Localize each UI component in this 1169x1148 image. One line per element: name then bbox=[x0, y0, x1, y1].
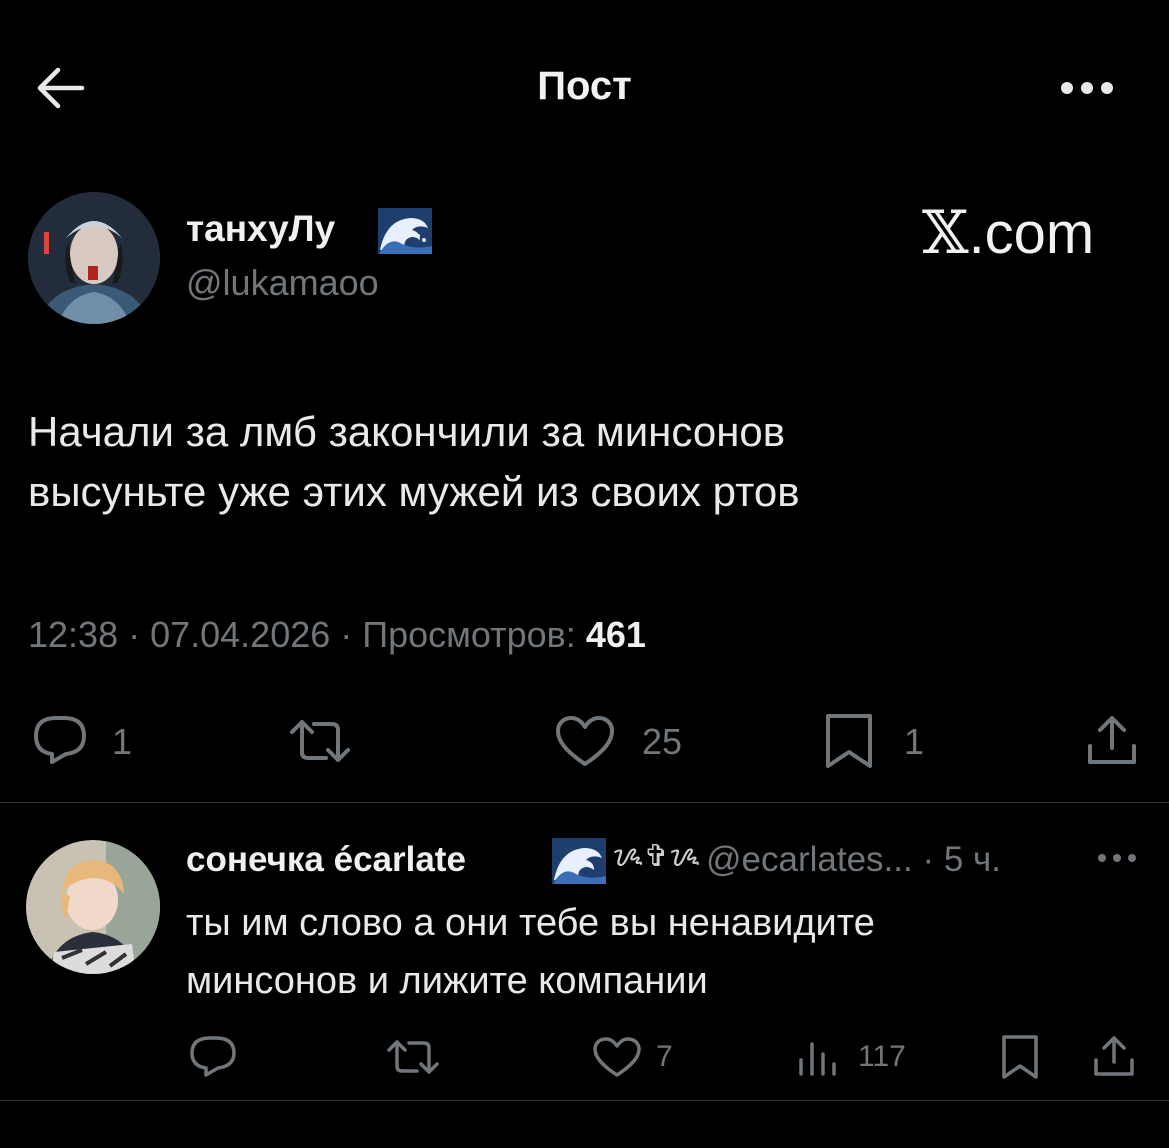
like-icon[interactable] bbox=[554, 714, 616, 768]
reply-author-name[interactable]: сонечка écarlate bbox=[186, 840, 466, 880]
post-text: Начали за лмб закончили за минсонов высу… bbox=[28, 402, 1138, 522]
reply-count: 1 bbox=[112, 721, 133, 762]
views-icon[interactable] bbox=[796, 1036, 838, 1076]
post-meta: 12:38 · 07.04.2026 · Просмотров: 461 bbox=[28, 614, 646, 656]
divider bbox=[0, 1100, 1169, 1101]
like-icon[interactable] bbox=[592, 1036, 642, 1078]
bookmark-icon[interactable] bbox=[1000, 1034, 1040, 1080]
repost-icon[interactable] bbox=[386, 1038, 440, 1076]
bookmark-count: 1 bbox=[904, 721, 925, 762]
view-count[interactable]: 461 bbox=[586, 614, 646, 655]
wave-icon bbox=[376, 206, 434, 256]
reply-more-icon[interactable] bbox=[1096, 848, 1138, 868]
post-text-line: Начали за лмб закончили за минсонов bbox=[28, 408, 786, 455]
name-decoration: ᝰ✞ᝰ bbox=[612, 840, 701, 873]
x-logo: 𝕏 bbox=[922, 198, 969, 268]
x-com-watermark: 𝕏.com bbox=[922, 198, 1094, 268]
reply-time: · 5 ч. bbox=[922, 840, 1001, 879]
like-count: 25 bbox=[642, 721, 683, 762]
author-name[interactable]: танхуЛу bbox=[186, 208, 335, 250]
reply-icon[interactable] bbox=[30, 714, 90, 766]
reply-author-avatar[interactable] bbox=[26, 840, 160, 974]
author-avatar[interactable] bbox=[28, 192, 160, 324]
repost-icon[interactable] bbox=[288, 718, 352, 764]
reply-like-count: 7 bbox=[656, 1040, 673, 1073]
more-options-icon[interactable] bbox=[1058, 74, 1116, 102]
brand-domain: .com bbox=[968, 201, 1095, 266]
reply-view-count: 117 bbox=[858, 1040, 906, 1073]
page-title: Пост bbox=[537, 64, 632, 108]
author-handle[interactable]: @lukamaoo bbox=[186, 262, 379, 304]
reply-text: ты им слово а они тебе вы ненавидите мин… bbox=[186, 894, 1146, 1010]
reply-text-line: минсонов и лижите компании bbox=[186, 960, 708, 1002]
divider bbox=[0, 802, 1169, 803]
post-text-line: высуньте уже этих мужей из своих ртов bbox=[28, 468, 800, 515]
wave-icon bbox=[548, 836, 610, 886]
share-icon[interactable] bbox=[1092, 1034, 1136, 1078]
share-icon[interactable] bbox=[1084, 712, 1140, 768]
reply-text-line: ты им слово а они тебе вы ненавидите bbox=[186, 902, 875, 944]
reply-icon[interactable] bbox=[188, 1034, 238, 1078]
bookmark-icon[interactable] bbox=[822, 712, 876, 770]
reply-author-handle[interactable]: @ecarlates... · 5 ч. bbox=[706, 840, 1001, 880]
post-timestamp: 12:38 · 07.04.2026 · Просмотров: bbox=[28, 614, 586, 655]
